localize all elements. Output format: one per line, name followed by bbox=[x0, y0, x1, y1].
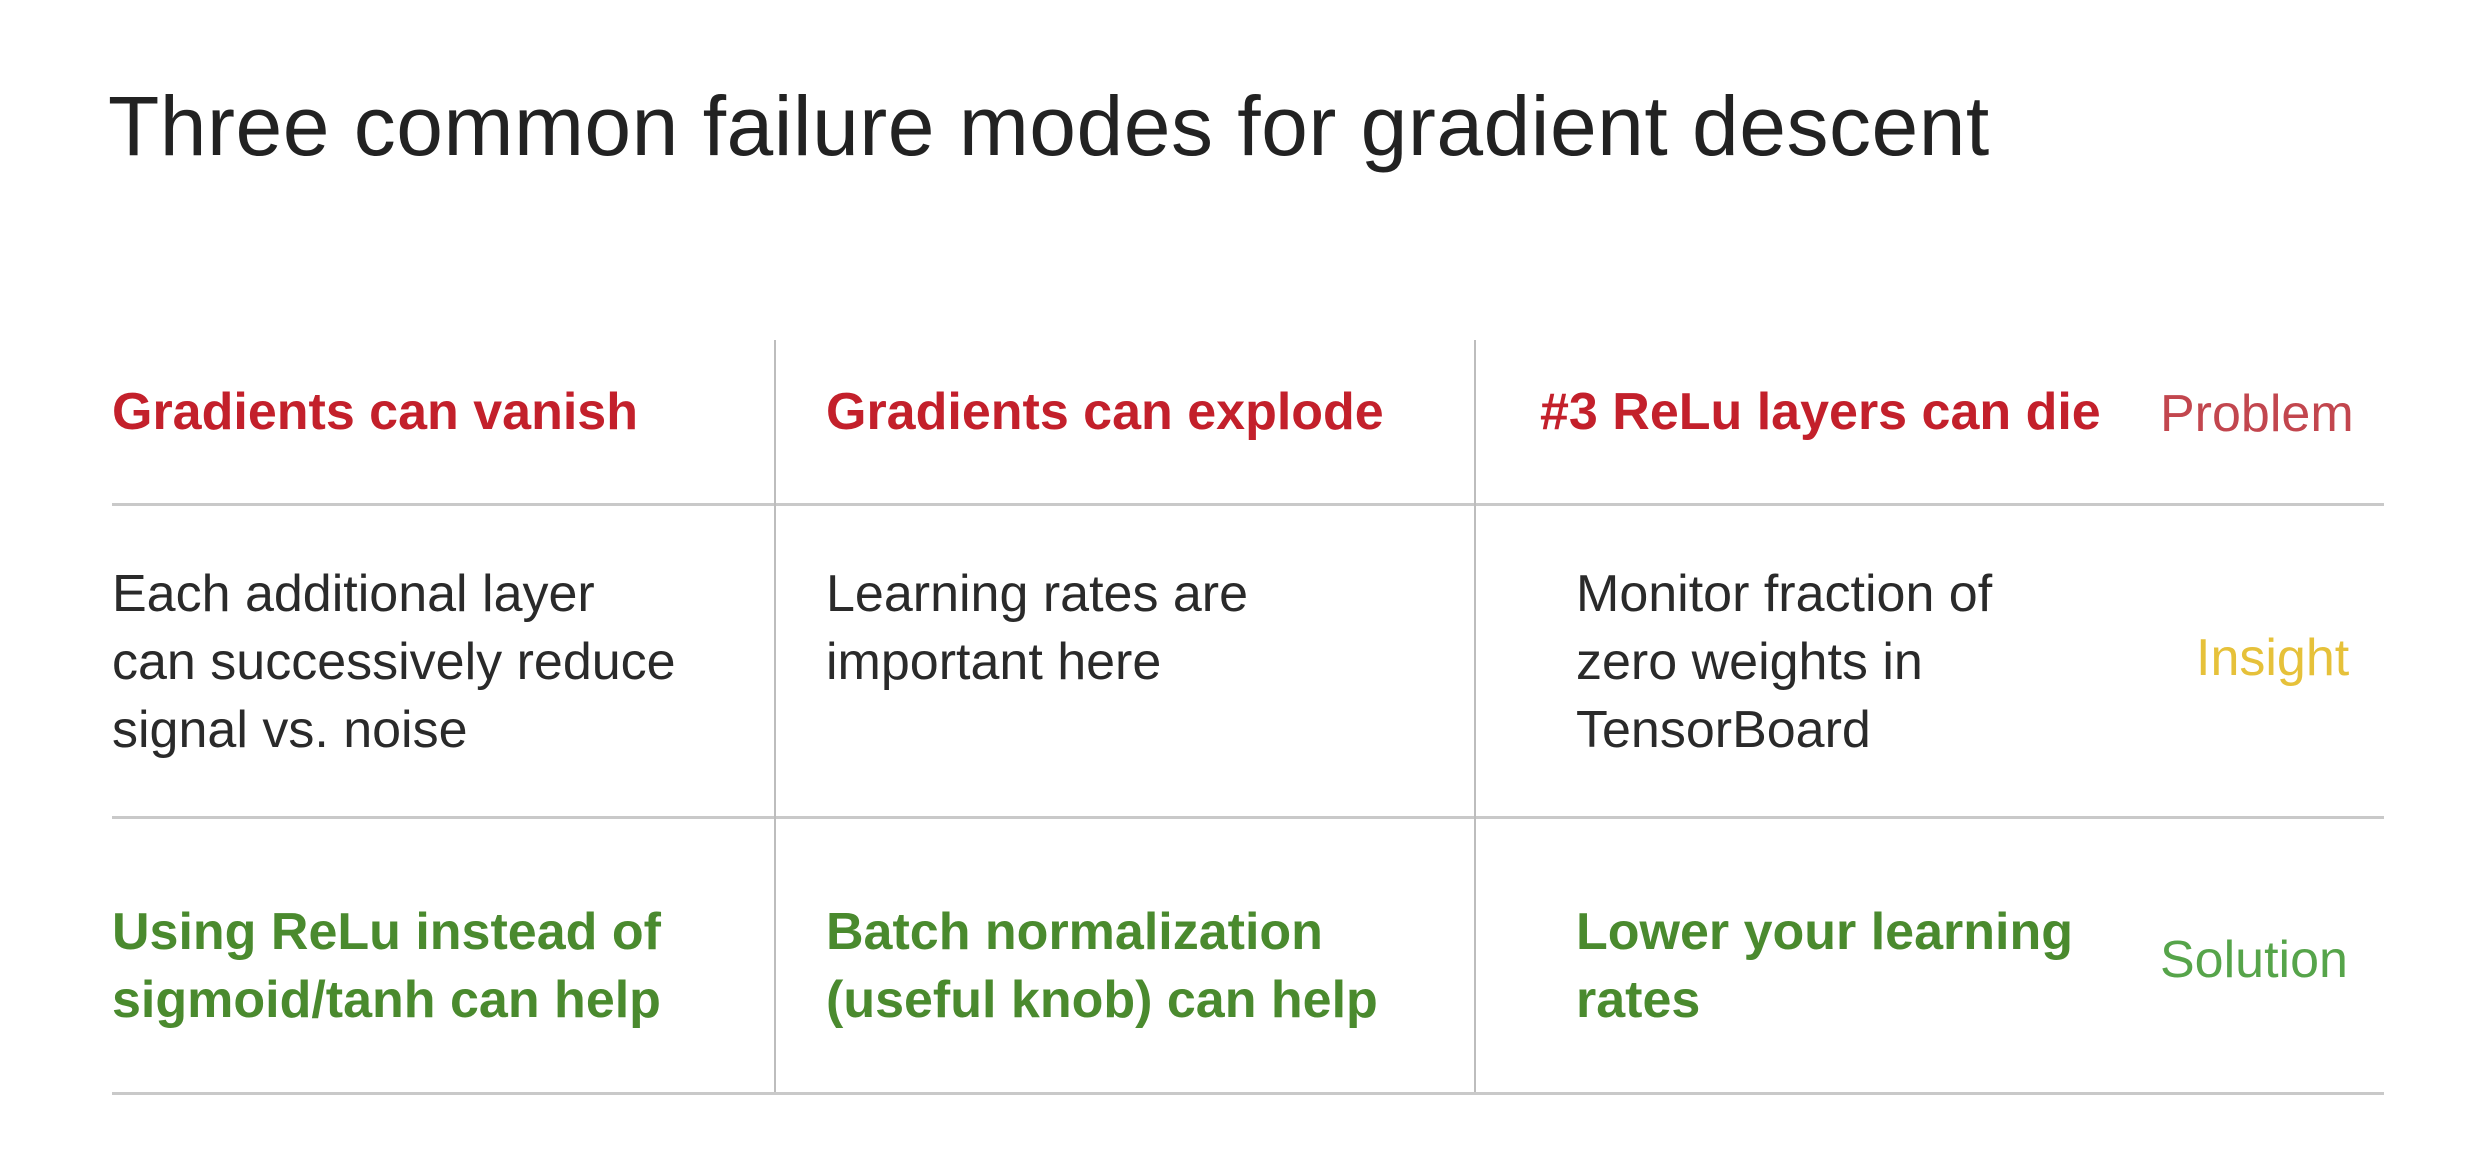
insight-cell-2-line-2: important here bbox=[826, 633, 1162, 691]
solution-cell-1: Using ReLu instead of sigmoid/tanh can h… bbox=[112, 898, 661, 1034]
insight-cell-3-line-2: zero weights in bbox=[1576, 633, 1923, 691]
column-divider-1 bbox=[774, 340, 776, 1092]
problem-cell-2: Gradients can explode bbox=[826, 383, 1384, 441]
insight-cell-1-line-1: Each additional layer bbox=[112, 565, 595, 623]
insight-cell-3-line-3: TensorBoard bbox=[1576, 701, 1871, 759]
insight-cell-2: Learning rates are important here bbox=[826, 560, 1248, 696]
solution-cell-2-line-2: (useful knob) can help bbox=[826, 971, 1378, 1029]
insight-cell-1: Each additional layer can successively r… bbox=[112, 560, 676, 764]
insight-cell-3-line-1: Monitor fraction of bbox=[1576, 565, 1993, 623]
column-divider-2 bbox=[1474, 340, 1476, 1092]
row-label-solution: Solution bbox=[2160, 931, 2348, 989]
solution-cell-1-line-2: sigmoid/tanh can help bbox=[112, 971, 661, 1029]
insight-cell-3: Monitor fraction of zero weights in Tens… bbox=[1576, 560, 1992, 764]
problem-cell-1: Gradients can vanish bbox=[112, 383, 638, 441]
problem-cell-3: #3 ReLu layers can die bbox=[1540, 383, 2101, 441]
slide-title: Three common failure modes for gradient … bbox=[108, 79, 1990, 173]
row-label-problem: Problem bbox=[2160, 385, 2354, 443]
insight-cell-1-line-3: signal vs. noise bbox=[112, 701, 468, 759]
row-divider-bottom bbox=[112, 1092, 2384, 1095]
solution-cell-1-line-1: Using ReLu instead of bbox=[112, 903, 661, 961]
solution-cell-3-line-2: rates bbox=[1576, 971, 1701, 1029]
solution-cell-3: Lower your learning rates bbox=[1576, 898, 2073, 1034]
solution-cell-3-line-1: Lower your learning bbox=[1576, 903, 2073, 961]
insight-cell-2-line-1: Learning rates are bbox=[826, 565, 1249, 623]
row-divider-middle bbox=[112, 816, 2384, 819]
insight-cell-1-line-2: can successively reduce bbox=[112, 633, 676, 691]
row-label-insight: Insight bbox=[2196, 629, 2350, 687]
solution-cell-2-line-1: Batch normalization bbox=[826, 903, 1323, 961]
solution-cell-2: Batch normalization (useful knob) can he… bbox=[826, 898, 1378, 1034]
row-divider-top bbox=[112, 503, 2384, 506]
